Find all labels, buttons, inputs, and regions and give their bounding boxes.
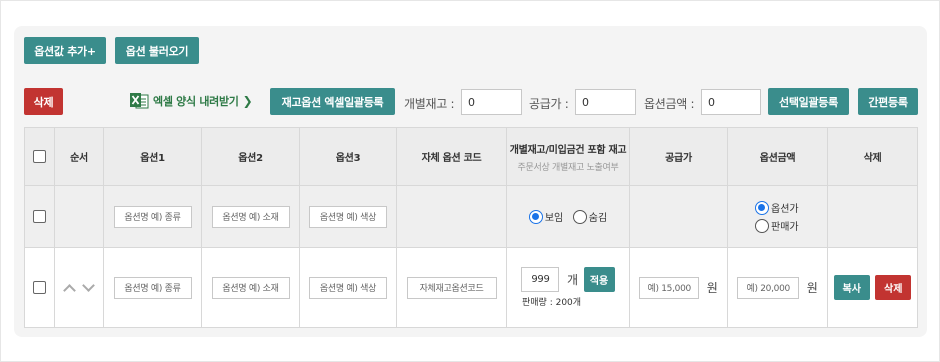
move-up-icon[interactable] [63,283,77,297]
bulk-edit-row: 옵션명 예) 종류 옵션명 예) 소재 옵션명 예) 색상 보임 숨김 옵션가 … [24,185,918,248]
option-price-bulk-input[interactable] [701,89,761,115]
header-option1: 옵션1 [103,127,202,186]
option-price-radio-label: 옵션가 [771,204,799,215]
simple-register-button[interactable]: 간편등록 [858,88,918,115]
show-stock-radio[interactable] [528,209,543,224]
table-row: 옵션명 예) 종류 옵션명 예) 소재 옵션명 예) 색상 자체재고옵션코드 9… [24,247,918,328]
move-down-icon[interactable] [81,279,95,292]
supply-price-bulk-input[interactable] [575,89,636,115]
stock-input[interactable]: 999 [521,267,560,292]
table-header-row: 순서 옵션1 옵션2 옵션3 자체 옵션 코드 개별재고/미입금건 포함 재고 … [24,127,918,186]
chevron-right-icon: ❯ [242,94,253,108]
sale-price-radio-label: 판매가 [771,222,799,233]
supply-price-label: 공급가 : [529,97,569,111]
excel-template-download-link[interactable]: 엑셀 양식 내려받기 ❯ [130,91,253,111]
select-all-checkbox[interactable] [33,150,46,163]
excel-icon [130,92,149,110]
load-options-button[interactable]: 옵션 불러오기 [115,37,199,64]
stock-unit: 개 [566,273,579,287]
sale-price-radio[interactable] [755,218,769,233]
option-price-radio[interactable] [755,200,769,215]
header-option-price: 옵션금액 [727,127,828,186]
row-checkbox[interactable] [33,281,46,295]
option2-input[interactable]: 옵션명 예) 소재 [211,276,290,299]
header-own-code: 자체 옵션 코드 [396,127,507,186]
add-option-value-button[interactable]: 옵션값 추가+ [24,37,106,64]
select-all-cell [24,127,55,186]
page-frame: 옵션값 추가+ 옵션 불러오기 삭제 엑셀 양식 내려받기 ❯ 재고옵션 엑셀일… [0,0,940,362]
option3-input[interactable]: 옵션명 예) 색상 [309,276,387,299]
option-price-label: 옵션금액 : [644,97,695,111]
stock-label: 개별재고 : [404,97,455,111]
excel-download-label: 엑셀 양식 내려받기 [153,95,239,108]
header-option3: 옵션3 [299,127,397,186]
delete-selected-button[interactable]: 삭제 [24,88,63,115]
apply-stock-button[interactable]: 적용 [583,267,615,292]
header-delete: 삭제 [827,127,918,186]
header-supply: 공급가 [629,127,728,186]
header-stock-sub: 주문서상 개별재고 노출여부 [517,162,619,173]
header-stock-cell: 개별재고/미입금건 포함 재고 주문서상 개별재고 노출여부 [506,127,630,186]
bulk-row-checkbox[interactable] [33,210,46,224]
supply-currency: 원 [706,281,718,295]
header-stock: 개별재고/미입금건 포함 재고 [509,144,627,156]
bulk-option2-input[interactable]: 옵션명 예) 소재 [211,205,290,228]
option-price-currency: 원 [806,281,818,295]
hide-label: 숨김 [588,213,608,224]
option1-input[interactable]: 옵션명 예) 종류 [113,276,192,299]
header-order: 순서 [54,127,104,186]
excel-bulk-register-button[interactable]: 재고옵션 엑셀일괄등록 [270,88,395,115]
header-option2: 옵션2 [201,127,300,186]
sales-quantity: 판매량 : 200개 [522,298,582,308]
hide-stock-radio[interactable] [572,209,587,224]
select-bulk-register-button[interactable]: 선택일괄등록 [768,88,849,115]
options-table: 순서 옵션1 옵션2 옵션3 자체 옵션 코드 개별재고/미입금건 포함 재고 … [24,127,918,328]
supply-price-input[interactable]: 예) 15,000 [639,276,700,299]
stock-bulk-input[interactable] [461,89,522,115]
copy-row-button[interactable]: 복사 [833,275,870,300]
bulk-option1-input[interactable]: 옵션명 예) 종류 [113,205,192,228]
show-label: 보임 [544,213,564,224]
own-code-input[interactable]: 자체재고옵션코드 [406,276,497,299]
delete-row-button[interactable]: 삭제 [875,275,912,300]
bulk-option3-input[interactable]: 옵션명 예) 색상 [309,205,387,228]
option-price-input[interactable]: 예) 20,000 [737,276,800,299]
